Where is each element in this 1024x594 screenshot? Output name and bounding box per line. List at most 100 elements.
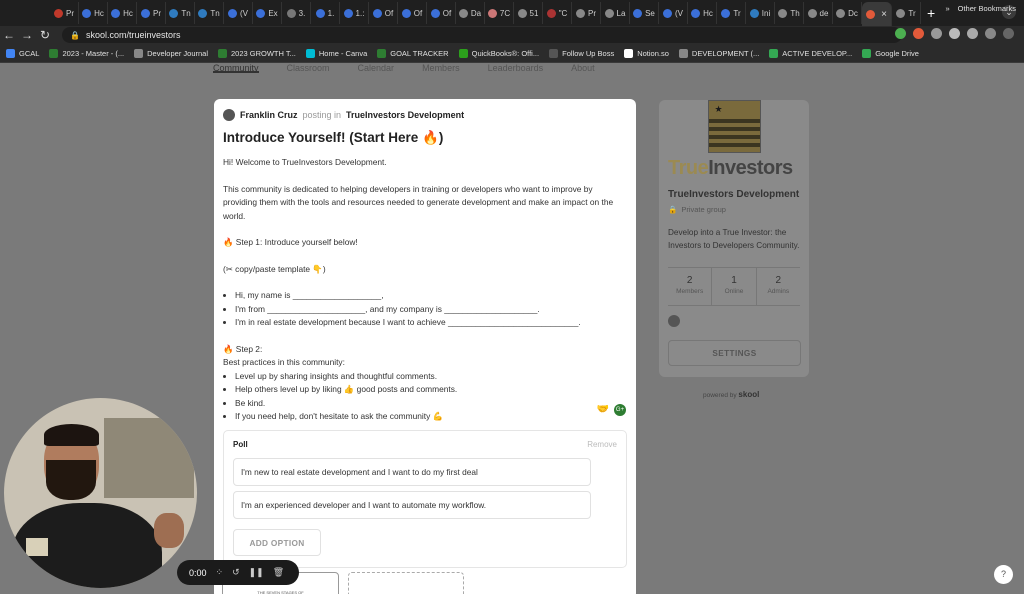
browser-tab[interactable]: Tn <box>166 2 195 24</box>
browser-tab[interactable]: Se <box>630 2 659 24</box>
browser-tab[interactable]: Hc <box>688 2 717 24</box>
subnav-tab[interactable]: Members <box>422 63 460 73</box>
group-stat[interactable]: 2 Admins <box>755 268 800 305</box>
recording-controls: 0:00 ⁘ ↺ ❚❚ 🗑 <box>177 560 299 585</box>
bookmarks-more-icon[interactable]: » <box>945 4 949 13</box>
poll-option-input[interactable]: I'm an experienced developer and I want … <box>233 491 591 519</box>
browser-tab[interactable]: Of <box>427 2 456 24</box>
tab-label: La <box>616 8 626 18</box>
settings-button[interactable]: SETTINGS <box>668 340 801 366</box>
extension-icon[interactable] <box>913 28 924 39</box>
tab-label: "C <box>558 8 568 18</box>
extension-icon[interactable] <box>895 28 906 39</box>
browser-tab[interactable]: 1.: <box>340 2 369 24</box>
group-name[interactable]: TrueInvestors Development <box>668 189 800 200</box>
browser-tab[interactable]: Ex <box>253 2 282 24</box>
author-name[interactable]: Franklin Cruz <box>240 110 298 120</box>
browser-tab[interactable]: Hc <box>79 2 108 24</box>
browser-tab[interactable]: × <box>862 2 892 26</box>
subnav-tab[interactable]: Calendar <box>358 63 395 73</box>
browser-tab[interactable]: Pr <box>137 2 166 24</box>
bookmark-item[interactable]: GOAL TRACKER <box>377 48 449 58</box>
subnav-tab[interactable]: Leaderboards <box>488 63 544 73</box>
browser-tab[interactable]: "C <box>543 2 572 24</box>
browser-tab[interactable]: Hc <box>108 2 137 24</box>
profile-avatar[interactable] <box>985 28 996 39</box>
add-option-button[interactable]: ADD OPTION <box>233 529 321 556</box>
menu-icon[interactable] <box>1003 28 1014 39</box>
subnav-tab[interactable]: Community <box>213 63 259 73</box>
post-body[interactable]: Hi! Welcome to TrueInvestors Development… <box>223 156 627 424</box>
bookmark-item[interactable]: GCAL <box>6 48 39 58</box>
trash-icon[interactable]: 🗑 <box>273 567 284 578</box>
tab-close-icon[interactable]: × <box>881 9 887 20</box>
bookmark-label: Google Drive <box>875 48 919 58</box>
template-note: (✂ copy/paste template 👇) <box>223 263 326 274</box>
author-avatar[interactable] <box>223 109 235 121</box>
bookmark-item[interactable]: Developer Journal <box>134 48 208 58</box>
url-field[interactable]: 🔒 skool.com/trueinvestors <box>62 27 902 43</box>
other-bookmarks-folder[interactable]: Other Bookmarks <box>958 4 1016 13</box>
browser-tab[interactable]: (V <box>224 2 253 24</box>
puzzle-icon[interactable] <box>931 28 942 39</box>
browser-tab[interactable]: Pr <box>572 2 601 24</box>
pause-icon[interactable]: ❚❚ <box>249 567 264 578</box>
browser-tab[interactable]: 51 <box>514 2 543 24</box>
post-title[interactable]: Introduce Yourself! (Start Here 🔥) <box>223 130 627 146</box>
bookmark-item[interactable]: Follow Up Boss <box>549 48 614 58</box>
attachment-add-slot[interactable] <box>348 572 464 594</box>
tab-favicon-icon <box>54 8 63 18</box>
bookmark-item[interactable]: DEVELOPMENT (... <box>678 48 759 58</box>
help-button[interactable]: ? <box>994 565 1013 584</box>
browser-tab[interactable]: Tr <box>717 2 746 24</box>
member-avatar[interactable] <box>668 315 680 327</box>
download-icon[interactable] <box>949 28 960 39</box>
subnav-tab[interactable]: Classroom <box>287 63 330 73</box>
powered-by-skool[interactable]: powered by skool <box>703 390 759 399</box>
drag-handle-icon[interactable]: ⁘ <box>216 567 224 578</box>
restart-icon[interactable]: ↺ <box>232 567 240 578</box>
group-stat[interactable]: 1 Online <box>711 268 755 305</box>
browser-tab[interactable]: (V <box>659 2 688 24</box>
back-icon[interactable]: ← <box>0 28 18 42</box>
browser-tab[interactable]: Pr <box>50 2 79 24</box>
forward-icon[interactable]: → <box>18 28 36 42</box>
browser-tab[interactable]: Dc <box>833 2 862 24</box>
group-info-card: ★ TrueInvestors TrueInvestors Developmen… <box>659 100 809 377</box>
browser-tab[interactable]: Of <box>369 2 398 24</box>
browser-tab[interactable]: 3. <box>282 2 311 24</box>
intro-text: This community is dedicated to helping d… <box>223 183 614 221</box>
poll-option-input[interactable]: I'm new to real estate development and I… <box>233 458 591 486</box>
bookmark-item[interactable]: Home - Canva <box>305 48 367 58</box>
bookmark-item[interactable]: Google Drive <box>862 48 919 58</box>
new-tab-button[interactable]: + <box>927 5 935 21</box>
bookmark-favicon-icon <box>305 48 315 58</box>
bookmark-item[interactable]: QuickBooks®: Offi... <box>458 48 539 58</box>
browser-tab[interactable]: de <box>804 2 833 24</box>
browser-tab[interactable]: 7C <box>485 2 514 24</box>
webcam-bubble[interactable] <box>4 398 197 588</box>
tab-label: Ex <box>268 8 278 18</box>
sidebar-icon[interactable] <box>967 28 978 39</box>
browser-tab[interactable]: Tn <box>195 2 224 24</box>
group-link[interactable]: TrueInvestors Development <box>346 110 464 120</box>
reload-icon[interactable]: ↻ <box>36 28 54 42</box>
bookmark-item[interactable]: ACTIVE DEVELOP... <box>769 48 852 58</box>
subnav-tab[interactable]: About <box>571 63 595 73</box>
bookmark-item[interactable]: 2023 GROWTH T... <box>218 48 296 58</box>
browser-tab[interactable]: Ini <box>746 2 775 24</box>
poll-remove-button[interactable]: Remove <box>587 440 617 449</box>
browser-tab[interactable]: Tr <box>892 2 921 24</box>
bookmark-item[interactable]: 2023 - Master - (... <box>49 48 124 58</box>
handshake-icon[interactable]: 🤝 <box>597 404 609 416</box>
browser-tab[interactable]: Da <box>456 2 485 24</box>
browser-tab[interactable]: Of <box>398 2 427 24</box>
tab-favicon-icon <box>604 8 614 18</box>
bookmark-item[interactable]: Notion.so <box>624 48 669 58</box>
browser-tab[interactable]: Th <box>775 2 804 24</box>
grammarly-icon[interactable]: G+ <box>614 404 626 416</box>
stat-number: 2 <box>686 275 693 286</box>
group-stat[interactable]: 2 Members <box>668 268 711 305</box>
browser-tab[interactable]: La <box>601 2 630 24</box>
browser-tab[interactable]: 1. <box>311 2 340 24</box>
